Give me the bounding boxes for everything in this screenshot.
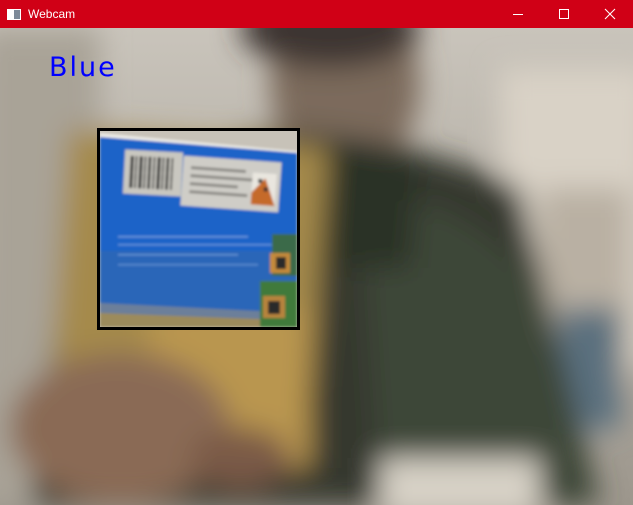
close-icon — [604, 8, 616, 20]
window-app-icon — [7, 8, 21, 20]
minimize-button[interactable] — [495, 0, 541, 28]
detection-box — [97, 128, 300, 330]
title-bar[interactable]: Webcam — [0, 0, 633, 28]
camera-feed: Blue — [0, 28, 633, 505]
maximize-button[interactable] — [541, 0, 587, 28]
close-button[interactable] — [587, 0, 633, 28]
camera-image — [0, 28, 633, 505]
detected-color-label: Blue — [49, 52, 117, 83]
detected-object-image — [100, 131, 297, 327]
window-title: Webcam — [28, 7, 76, 21]
minimize-icon — [513, 14, 523, 15]
maximize-icon — [559, 9, 569, 19]
webcam-window: Webcam Blue — [0, 0, 633, 505]
